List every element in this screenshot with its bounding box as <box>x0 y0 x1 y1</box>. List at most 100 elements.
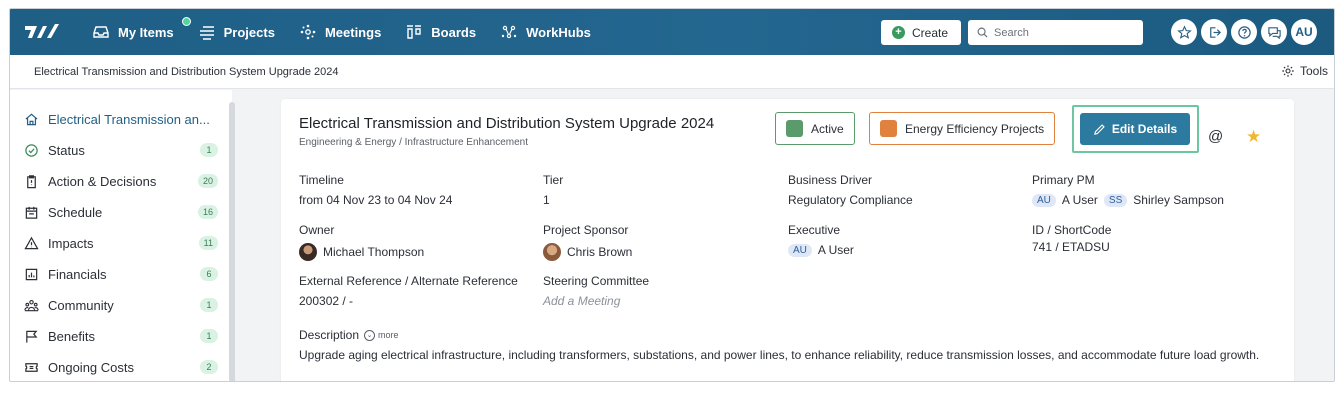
user-initials-badge: AU <box>1032 193 1056 207</box>
owner-name[interactable]: Michael Thompson <box>323 245 424 259</box>
timeline-label: Timeline <box>299 173 344 187</box>
timeline-value: from 04 Nov 23 to 04 Nov 24 <box>299 193 453 207</box>
count-badge: 1 <box>200 143 218 157</box>
sidebar-item-status[interactable]: Status 1 <box>10 135 232 166</box>
user-toolbar: AU <box>1171 19 1317 45</box>
chevron-down-icon: ⌄ <box>364 329 376 341</box>
create-button[interactable]: + Create <box>881 20 961 45</box>
sidebar-item-overview[interactable]: Electrical Transmission an... <box>10 104 232 135</box>
description-label: Description <box>299 328 360 342</box>
status-color-swatch <box>786 120 803 137</box>
help-icon <box>1237 25 1251 39</box>
help-button[interactable] <box>1231 19 1257 45</box>
sidebar-item-label: Electrical Transmission an... <box>48 112 210 127</box>
owner-value: Michael Thompson <box>299 243 424 261</box>
sidebar-item-label: Schedule <box>48 205 103 220</box>
calendar-icon <box>25 206 38 219</box>
nav-my-items-label: My Items <box>118 24 174 40</box>
nav-meetings[interactable]: Meetings <box>287 9 393 55</box>
pencil-icon <box>1093 123 1105 135</box>
inbox-icon <box>93 26 109 38</box>
sidebar-scrollbar[interactable] <box>229 102 235 381</box>
primary-pm-field: Primary PM AU A User SS Shirley Sampson <box>1032 173 1224 207</box>
bar-chart-icon <box>25 268 38 281</box>
owner-field: Owner Michael Thompson <box>299 223 424 261</box>
people-icon <box>24 299 39 312</box>
nav-boards[interactable]: Boards <box>393 9 488 55</box>
chat-button[interactable] <box>1261 19 1287 45</box>
project-details-card: Electrical Transmission and Distribution… <box>281 99 1294 381</box>
executive-field: Executive AU A User <box>788 223 854 257</box>
logo-icon <box>25 24 59 38</box>
nav-meetings-label: Meetings <box>324 24 382 40</box>
tools-label: Tools <box>1299 64 1328 78</box>
status-chip[interactable]: Active <box>775 112 855 145</box>
search-input[interactable]: Search <box>968 20 1143 45</box>
sidebar-item-community[interactable]: Community 1 <box>10 290 232 321</box>
workhubs-icon <box>501 25 517 39</box>
owner-avatar <box>299 243 317 261</box>
count-badge: 2 <box>200 360 218 374</box>
nav-boards-label: Boards <box>431 24 477 40</box>
description-header: Description ⌄ more <box>299 328 399 342</box>
id-shortcode-field: ID / ShortCode 741 / ETADSU <box>1032 223 1111 254</box>
nav-workhubs-label: WorkHubs <box>526 24 591 40</box>
sidebar-item-benefits[interactable]: Benefits 1 <box>10 321 232 352</box>
tier-field: Tier 1 <box>543 173 563 207</box>
category-chip[interactable]: Energy Efficiency Projects <box>869 112 1056 145</box>
sidebar-item-impacts[interactable]: Impacts 11 <box>10 228 232 259</box>
sidebar-item-label: Benefits <box>48 329 95 344</box>
add-meeting-link[interactable]: Add a Meeting <box>543 294 649 308</box>
external-reference-value: 200302 / - <box>299 294 354 308</box>
business-driver-value: Regulatory Compliance <box>788 193 913 207</box>
breadcrumb[interactable]: Electrical Transmission and Distribution… <box>10 66 338 78</box>
project-sponsor-label: Project Sponsor <box>543 223 629 237</box>
executive-name[interactable]: A User <box>818 243 854 257</box>
user-initials-badge: SS <box>1103 193 1128 207</box>
home-icon <box>25 113 38 126</box>
favorite-star-icon[interactable]: ★ <box>1246 127 1261 147</box>
project-sponsor-value: Chris Brown <box>543 243 632 261</box>
category-color-swatch <box>880 120 897 137</box>
tools-button[interactable]: Tools <box>1281 64 1328 78</box>
tier-label: Tier <box>543 173 564 187</box>
status-label: Active <box>811 121 844 136</box>
count-badge: 1 <box>200 298 218 312</box>
executive-label: Executive <box>788 223 841 237</box>
nav-workhubs[interactable]: WorkHubs <box>488 9 603 55</box>
sponsor-name[interactable]: Chris Brown <box>567 245 632 259</box>
warning-icon <box>24 236 39 250</box>
edit-details-label: Edit Details <box>1111 122 1178 136</box>
sidebar-item-label: Status <box>48 143 85 158</box>
favorites-button[interactable] <box>1171 19 1197 45</box>
steering-committee-field: Steering Committee Add a Meeting <box>543 274 649 308</box>
app-window: My Items Projects Meetings Boards WorkHu… <box>9 8 1335 382</box>
boards-icon <box>407 25 422 39</box>
sidebar-item-label: Financials <box>48 267 107 282</box>
id-shortcode-label: ID / ShortCode <box>1032 223 1112 237</box>
user-avatar[interactable]: AU <box>1291 19 1317 45</box>
mention-icon[interactable]: @ <box>1208 128 1223 145</box>
sidebar-item-action-decisions[interactable]: Action & Decisions 20 <box>10 166 232 197</box>
executive-value: AU A User <box>788 243 854 257</box>
sidebar-item-financials[interactable]: Financials 6 <box>10 259 232 290</box>
primary-pm-label: Primary PM <box>1032 173 1095 187</box>
tier-value: 1 <box>543 193 550 207</box>
sidebar-item-ongoing-costs[interactable]: Ongoing Costs 2 <box>10 352 232 381</box>
nav-projects[interactable]: Projects <box>186 9 287 55</box>
external-reference-field: External Reference / Alternate Reference… <box>299 274 518 308</box>
app-logo[interactable] <box>10 9 80 55</box>
business-driver-label: Business Driver <box>788 173 873 187</box>
sidebar-item-schedule[interactable]: Schedule 16 <box>10 197 232 228</box>
exit-button[interactable] <box>1201 19 1227 45</box>
nav-my-items[interactable]: My Items <box>80 9 186 55</box>
edit-details-button[interactable]: Edit Details <box>1080 113 1190 145</box>
count-badge: 1 <box>200 329 218 343</box>
count-badge: 6 <box>200 267 218 281</box>
sidebar-item-label: Community <box>48 298 114 313</box>
more-toggle[interactable]: ⌄ more <box>364 329 399 341</box>
primary-pm-name[interactable]: Shirley Sampson <box>1133 193 1224 207</box>
primary-pm-name[interactable]: A User <box>1062 193 1098 207</box>
search-placeholder: Search <box>994 26 1029 39</box>
owner-label: Owner <box>299 223 335 237</box>
